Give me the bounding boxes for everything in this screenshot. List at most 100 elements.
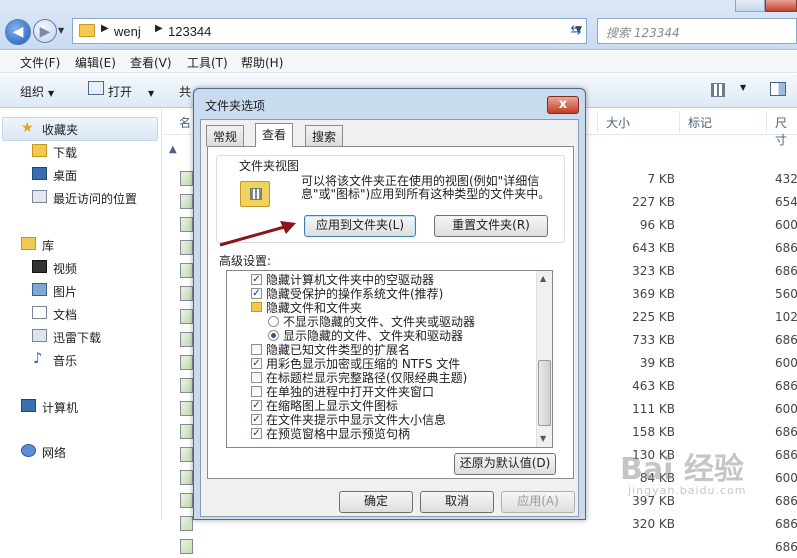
file-dimensions: 686	[775, 540, 797, 554]
column-divider[interactable]	[597, 111, 598, 133]
column-size[interactable]: 大小	[606, 114, 630, 131]
checkbox-icon[interactable]	[251, 372, 262, 383]
reset-folders-button[interactable]: 重置文件夹(R)	[434, 215, 548, 237]
column-divider[interactable]	[679, 111, 680, 133]
chevron-down-icon[interactable]: ▼	[740, 83, 746, 92]
change-view-icon[interactable]	[711, 83, 725, 97]
restore-defaults-button[interactable]: 还原为默认值(D)	[454, 453, 556, 475]
sidebar-item-videos[interactable]: 视频	[53, 260, 77, 277]
sidebar-network[interactable]: 网络	[42, 444, 66, 461]
sidebar-item-documents[interactable]: 文档	[53, 306, 77, 323]
sidebar-item-recent[interactable]: 最近访问的位置	[53, 190, 137, 207]
breadcrumb-separator-icon[interactable]: ▶	[155, 23, 163, 34]
apply-button[interactable]: 应用(A)	[501, 491, 575, 513]
advanced-setting-label: 隐藏受保护的操作系统文件(推荐)	[266, 287, 444, 301]
file-dimensions: 686	[775, 517, 797, 531]
advanced-settings-list[interactable]: ✓ 隐藏计算机文件夹中的空驱动器 ✓ 隐藏受保护的操作系统文件(推荐) 隐藏文件和文件夹…	[226, 270, 553, 448]
pictures-icon	[32, 283, 47, 296]
checked-checkbox-icon[interactable]: ✓	[251, 428, 262, 439]
watermark-logo-text: Bai 经验	[620, 452, 744, 487]
breadcrumb-separator-icon[interactable]: ▶	[101, 23, 109, 34]
minimize-button[interactable]	[735, 0, 765, 12]
share-button[interactable]: 共	[179, 83, 191, 100]
refresh-icon[interactable]: ⇆	[566, 20, 586, 42]
open-button[interactable]: 打开 ▼	[108, 83, 154, 100]
breadcrumb-wenj[interactable]: wenj	[114, 24, 141, 39]
window-close-button[interactable]	[765, 0, 797, 12]
file-size: 463 KB	[632, 379, 675, 393]
recent-pages-dropdown-icon[interactable]: ▼	[58, 26, 68, 38]
file-size: 323 KB	[632, 264, 675, 278]
back-button[interactable]: ◀	[5, 19, 31, 45]
checked-checkbox-icon[interactable]: ✓	[251, 400, 262, 411]
sidebar-item-desktop[interactable]: 桌面	[53, 167, 77, 184]
organize-label: 组织	[20, 85, 45, 99]
tab-view[interactable]: 查看	[255, 123, 294, 147]
sidebar-item-downloads[interactable]: 下载	[53, 144, 77, 161]
breadcrumb-123344[interactable]: 123344	[168, 24, 211, 39]
column-dimensions[interactable]: 尺寸	[775, 114, 797, 148]
checked-checkbox-icon[interactable]: ✓	[251, 414, 262, 425]
preview-pane-icon[interactable]	[770, 82, 786, 96]
tab-general[interactable]: 常规	[206, 125, 245, 146]
annotation-arrow-icon	[219, 221, 296, 247]
star-icon: ★	[21, 120, 34, 136]
scrollbar-thumb[interactable]	[538, 360, 551, 426]
menu-view[interactable]: 查看(V)	[130, 54, 172, 71]
table-row[interactable]: 686	[163, 536, 797, 558]
checked-checkbox-icon[interactable]: ✓	[251, 358, 262, 369]
advanced-settings-scrollbar[interactable]: ▲ ▼	[536, 271, 552, 447]
sidebar-computer[interactable]: 计算机	[42, 399, 78, 416]
file-size: 225 KB	[632, 310, 675, 324]
checkbox-icon[interactable]	[251, 386, 262, 397]
sidebar-favorites[interactable]: 收藏夹	[42, 121, 78, 138]
menu-help[interactable]: 帮助(H)	[241, 54, 283, 71]
dialog-close-button[interactable]: x	[547, 96, 579, 114]
advanced-setting-label: 隐藏文件和文件夹	[266, 301, 363, 315]
group-collapse-icon[interactable]: ▲	[169, 144, 177, 155]
navigation-pane: ★ 收藏夹 下载 桌面 最近访问的位置 库 视频 图片 文档 迅雷下载 ♪ 音乐…	[0, 109, 162, 520]
column-tags[interactable]: 标记	[688, 114, 712, 131]
checked-checkbox-icon[interactable]: ✓	[251, 274, 262, 285]
tab-search[interactable]: 搜索	[305, 125, 344, 146]
image-file-icon	[180, 493, 193, 508]
sidebar-item-pictures[interactable]: 图片	[53, 283, 77, 300]
menu-edit[interactable]: 编辑(E)	[75, 54, 116, 71]
image-file-icon	[180, 263, 193, 278]
advanced-setting-label: 在预览窗格中显示预览句柄	[266, 427, 411, 441]
file-size: 227 KB	[632, 195, 675, 209]
address-field[interactable]: ▶ wenj ▶ 123344 ▼	[72, 18, 587, 44]
cancel-button[interactable]: 取消	[420, 491, 494, 513]
checked-checkbox-icon[interactable]: ✓	[251, 288, 262, 299]
forward-button[interactable]: ▶	[33, 19, 57, 43]
desktop-icon	[32, 167, 47, 180]
sidebar-libraries[interactable]: 库	[42, 237, 54, 254]
open-label: 打开	[108, 85, 133, 99]
file-size: 643 KB	[632, 241, 675, 255]
file-size: 96 KB	[639, 218, 675, 232]
video-icon	[32, 260, 47, 273]
search-input[interactable]: 搜索 123344	[597, 18, 797, 44]
search-placeholder: 搜索 123344	[606, 26, 680, 40]
checkbox-icon[interactable]	[251, 344, 262, 355]
menu-file[interactable]: 文件(F)	[20, 54, 60, 71]
column-name[interactable]: 名	[179, 114, 191, 131]
file-dimensions: 654	[775, 195, 797, 209]
apply-to-folders-button[interactable]: 应用到文件夹(L)	[304, 215, 416, 237]
computer-icon	[21, 399, 36, 412]
menu-bar: 文件(F) 编辑(E) 查看(V) 工具(T) 帮助(H)	[0, 51, 797, 73]
image-file-icon	[180, 424, 193, 439]
folder-options-dialog: 文件夹选项 x 常规 查看 搜索 文件夹视图 可以将该文件夹正在使用的视图(例如…	[193, 88, 586, 520]
scroll-down-icon[interactable]: ▼	[540, 434, 546, 443]
file-dimensions: 560	[775, 287, 797, 301]
radio-icon[interactable]	[268, 316, 279, 327]
column-divider[interactable]	[766, 111, 767, 133]
selected-radio-icon[interactable]	[268, 330, 279, 341]
sidebar-item-music[interactable]: 音乐	[53, 352, 77, 369]
scroll-up-icon[interactable]: ▲	[540, 274, 546, 283]
image-file-icon	[180, 447, 193, 462]
organize-button[interactable]: 组织 ▼	[20, 83, 54, 100]
sidebar-item-thunder-download[interactable]: 迅雷下载	[53, 329, 101, 346]
menu-tools[interactable]: 工具(T)	[187, 54, 228, 71]
ok-button[interactable]: 确定	[339, 491, 413, 513]
